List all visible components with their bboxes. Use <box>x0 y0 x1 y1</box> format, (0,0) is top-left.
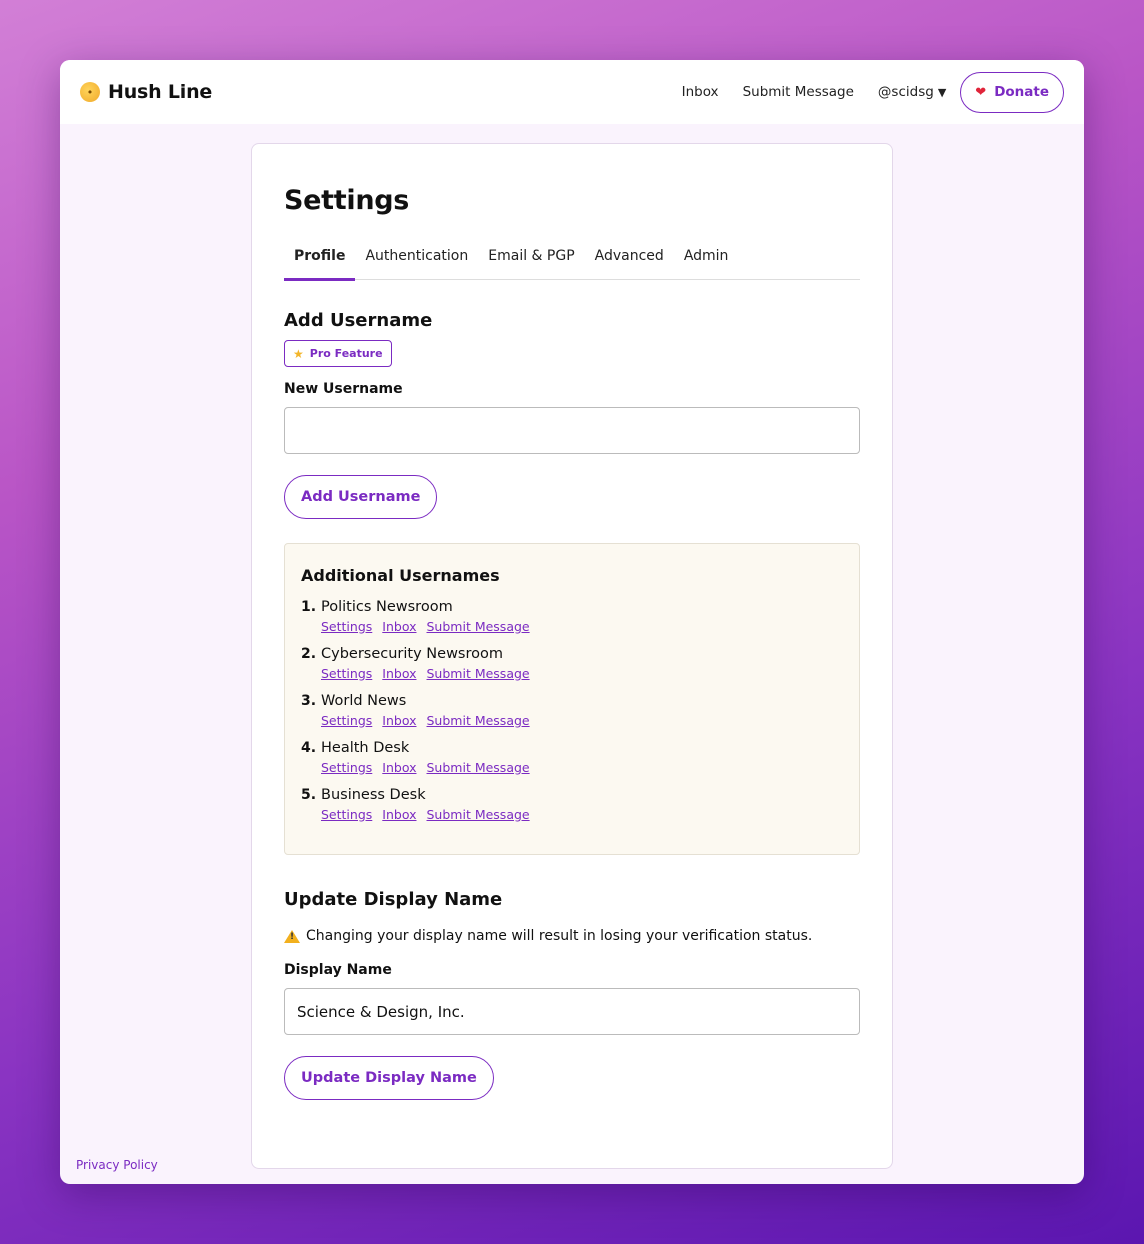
update-display-name-heading: Update Display Name <box>284 889 503 910</box>
new-username-input[interactable] <box>284 407 860 454</box>
privacy-policy-link[interactable]: Privacy Policy <box>76 1158 158 1172</box>
usernames-list: 1. Politics Newsroom Settings Inbox Subm… <box>301 599 843 822</box>
shushing-face-icon: • <box>80 82 100 102</box>
user-menu[interactable]: @scidsg ▼ <box>878 84 946 100</box>
nav-submit-message-link[interactable]: Submit Message <box>743 84 854 100</box>
list-item: 2. Cybersecurity Newsroom Settings Inbox… <box>301 646 843 681</box>
browser-window: • Hush Line Inbox Submit Message @scidsg… <box>60 60 1084 1184</box>
tab-advanced[interactable]: Advanced <box>585 238 674 280</box>
pro-feature-badge: ★ Pro Feature <box>284 340 392 367</box>
list-number: 3. <box>301 693 317 709</box>
username-inbox-link[interactable]: Inbox <box>382 760 416 775</box>
additional-usernames-box: Additional Usernames 1. Politics Newsroo… <box>284 543 860 855</box>
username-label: @scidsg <box>877 84 934 100</box>
donate-label: Donate <box>994 84 1049 100</box>
username-inbox-link[interactable]: Inbox <box>382 807 416 822</box>
username-links: Settings Inbox Submit Message <box>321 619 530 634</box>
list-number: 1. <box>301 599 317 615</box>
username-settings-link[interactable]: Settings <box>321 807 372 822</box>
nav-inbox-link[interactable]: Inbox <box>682 84 719 100</box>
username-inbox-link[interactable]: Inbox <box>382 666 416 681</box>
heart-icon: ❤ <box>975 84 987 100</box>
username-name: Cybersecurity Newsroom <box>321 646 503 662</box>
username-name: Politics Newsroom <box>321 599 453 615</box>
list-item: 5. Business Desk Settings Inbox Submit M… <box>301 787 843 822</box>
star-icon: ★ <box>293 346 304 361</box>
list-number: 2. <box>301 646 317 662</box>
list-number: 5. <box>301 787 317 803</box>
display-name-warning: ! Changing your display name will result… <box>284 928 860 944</box>
username-settings-link[interactable]: Settings <box>321 760 372 775</box>
list-item: 4. Health Desk Settings Inbox Submit Mes… <box>301 740 843 775</box>
top-navbar: • Hush Line Inbox Submit Message @scidsg… <box>60 60 1084 124</box>
main-nav: Inbox Submit Message @scidsg ▼ ❤ Donate <box>682 71 1064 113</box>
donate-button[interactable]: ❤ Donate <box>960 71 1064 113</box>
page-title: Settings <box>284 185 410 216</box>
settings-tabs: Profile Authentication Email & PGP Advan… <box>284 238 860 281</box>
tab-authentication[interactable]: Authentication <box>355 238 478 280</box>
username-links: Settings Inbox Submit Message <box>321 807 530 822</box>
username-inbox-link[interactable]: Inbox <box>382 619 416 634</box>
tab-profile[interactable]: Profile <box>284 238 356 281</box>
username-submit-message-link[interactable]: Submit Message <box>427 713 530 728</box>
update-display-name-button[interactable]: Update Display Name <box>284 1056 494 1100</box>
add-username-heading: Add Username <box>284 310 433 331</box>
username-name: Health Desk <box>321 740 410 756</box>
brand[interactable]: • Hush Line <box>80 81 212 103</box>
settings-card: Settings Profile Authentication Email & … <box>251 143 893 1169</box>
additional-usernames-heading: Additional Usernames <box>301 566 500 585</box>
list-number: 4. <box>301 740 317 756</box>
caret-down-icon: ▼ <box>937 85 947 99</box>
username-links: Settings Inbox Submit Message <box>321 666 530 681</box>
username-settings-link[interactable]: Settings <box>321 713 372 728</box>
username-submit-message-link[interactable]: Submit Message <box>427 807 530 822</box>
app-title: Hush Line <box>108 81 213 103</box>
display-name-label: Display Name <box>284 962 392 978</box>
list-item: 1. Politics Newsroom Settings Inbox Subm… <box>301 599 843 634</box>
username-name: Business Desk <box>321 787 426 803</box>
username-links: Settings Inbox Submit Message <box>321 713 530 728</box>
username-submit-message-link[interactable]: Submit Message <box>427 760 530 775</box>
tab-email-pgp[interactable]: Email & PGP <box>478 238 584 280</box>
new-username-label: New Username <box>284 381 403 397</box>
username-settings-link[interactable]: Settings <box>321 666 372 681</box>
warning-text: Changing your display name will result i… <box>306 928 813 944</box>
username-links: Settings Inbox Submit Message <box>321 760 530 775</box>
username-submit-message-link[interactable]: Submit Message <box>427 619 530 634</box>
warning-icon: ! <box>284 929 300 943</box>
username-inbox-link[interactable]: Inbox <box>382 713 416 728</box>
username-submit-message-link[interactable]: Submit Message <box>427 666 530 681</box>
username-name: World News <box>321 693 407 709</box>
display-name-input[interactable] <box>284 988 860 1035</box>
pro-feature-label: Pro Feature <box>309 347 383 360</box>
username-settings-link[interactable]: Settings <box>321 619 372 634</box>
tab-admin[interactable]: Admin <box>674 238 739 280</box>
add-username-button[interactable]: Add Username <box>284 475 438 519</box>
list-item: 3. World News Settings Inbox Submit Mess… <box>301 693 843 728</box>
